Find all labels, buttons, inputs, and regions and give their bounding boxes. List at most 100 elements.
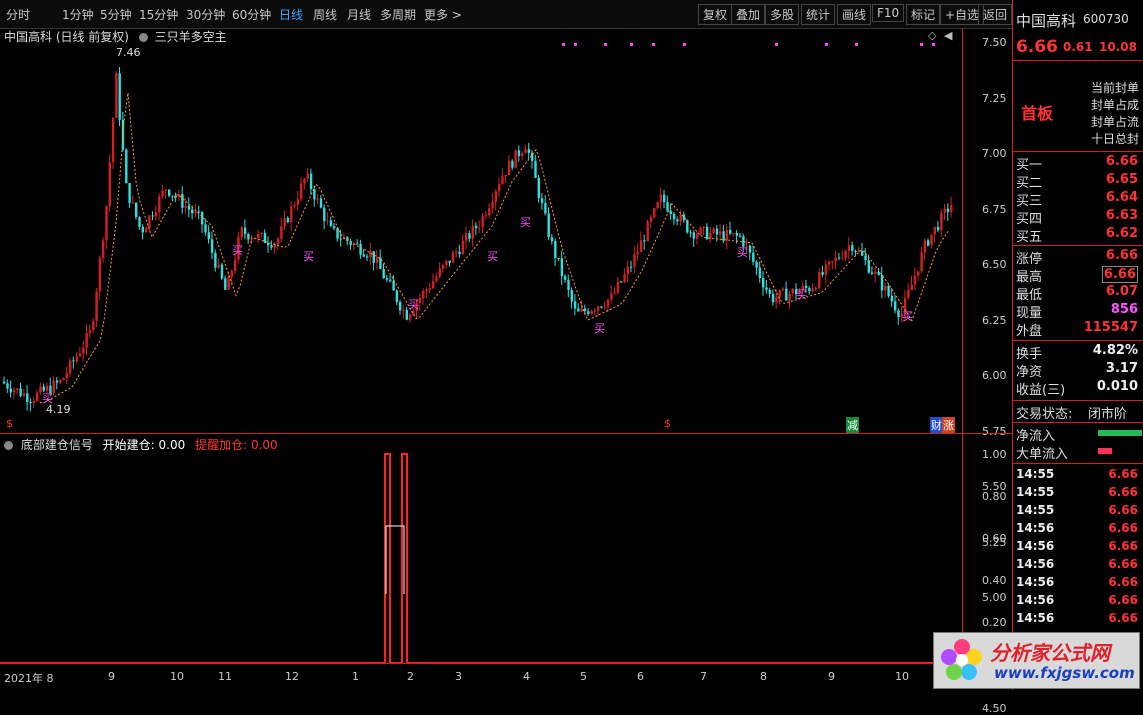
candle-body [643, 240, 646, 242]
candle-body [306, 173, 309, 179]
candle-body [471, 225, 474, 239]
candle-body [623, 274, 626, 282]
big-inflow-row: 大单流入 [1016, 443, 1142, 462]
candle-body [847, 245, 851, 251]
candle-body [920, 252, 923, 272]
candle-body [646, 221, 649, 242]
candle-body [593, 310, 597, 312]
candle-body [663, 194, 666, 203]
candle-body [752, 252, 755, 262]
candle-body [158, 196, 161, 212]
collapse-triangle-icon[interactable]: ◀ [944, 29, 952, 42]
buy-signal: 买 [902, 310, 913, 323]
candle-body [181, 194, 184, 208]
event-marker-reduce[interactable]: 减 [846, 417, 859, 433]
candle-body [286, 217, 290, 223]
candle-body [141, 226, 144, 233]
date-axis-label: 5 [580, 670, 587, 683]
candle-body [877, 271, 880, 275]
candle-body [309, 173, 313, 190]
candle-body [765, 287, 768, 291]
candle-body [831, 261, 834, 263]
tick-row: 14:56 6.66 [1016, 593, 1138, 607]
candle-body [554, 241, 557, 258]
stat-volume: 现量 856 [1016, 302, 1138, 321]
indicator-axis-label: 0.80 [982, 490, 1007, 503]
period-tab-daily[interactable]: 日线 [279, 6, 303, 23]
candle-body [778, 290, 781, 298]
candle-body [775, 297, 778, 303]
period-tab-1min[interactable]: 1分钟 [62, 6, 94, 23]
candle-body [128, 183, 131, 203]
buy-signal: 买 [520, 216, 531, 229]
seal-note: 封单占成 [1091, 98, 1140, 112]
candle-body [375, 257, 379, 263]
candle-body [567, 279, 570, 291]
candle-body [55, 380, 59, 383]
bid-row-5: 买五 6.62 [1016, 226, 1138, 245]
candle-body [243, 227, 247, 235]
overlay-button[interactable]: 叠加 [731, 4, 766, 25]
candle-body [841, 257, 844, 259]
candle-body [814, 288, 818, 290]
date-axis-label: 12 [285, 670, 299, 683]
price-change-pct: 10.08 [1099, 40, 1137, 54]
candle-body [478, 227, 481, 229]
quote-panel: 中国高科 600730 6.66 0.61 10.08 首板 当前封单 封单占成… [1012, 0, 1143, 690]
candle-body [488, 208, 491, 216]
candle-body [319, 198, 323, 208]
period-tab-60min[interactable]: 60分钟 [232, 6, 271, 23]
tick-row: 14:55 6.66 [1016, 503, 1138, 517]
stat-turnover: 换手 4.82% [1016, 343, 1138, 362]
stat-high: 最高 6.66 [1016, 266, 1138, 285]
period-tab-30min[interactable]: 30分钟 [186, 6, 225, 23]
period-tab-weekly[interactable]: 周线 [313, 6, 337, 23]
candle-body [461, 240, 465, 255]
candle-body [240, 227, 243, 238]
main-chart-panel[interactable]: 中国高科 (日线 前复权) 三只羊多空主 7.46 4.19 $ $ 减 财 涨… [0, 28, 963, 433]
candle-body [781, 288, 785, 291]
stats-button[interactable]: 统计 [801, 4, 836, 25]
candle-body [95, 291, 98, 321]
candle-body [808, 288, 811, 292]
candle-body [547, 213, 550, 238]
period-tab-multi[interactable]: 多周期 [380, 6, 416, 23]
mark-button[interactable]: 标记 [906, 4, 941, 25]
buy-signal: 买 [42, 392, 53, 405]
multi-stock-button[interactable]: 多股 [765, 4, 800, 25]
indicator-axis-label: 0.60 [982, 532, 1007, 545]
f10-button[interactable]: F10 [872, 4, 905, 22]
event-marker-dividend-1[interactable]: $ [6, 417, 13, 430]
draw-line-button[interactable]: 画线 [837, 4, 872, 25]
candle-body [316, 198, 319, 200]
diamond-icon[interactable]: ◇ [928, 29, 936, 42]
candle-body [514, 150, 517, 168]
signal-dot [630, 43, 633, 46]
candle-body [6, 383, 9, 389]
candle-body [821, 272, 824, 275]
period-tab-fenshi[interactable]: 分时 [6, 6, 30, 23]
period-tab-15min[interactable]: 15分钟 [139, 6, 178, 23]
stat-limit-up: 涨停 6.66 [1016, 248, 1138, 267]
candle-body [930, 234, 933, 246]
candle-body [32, 400, 36, 403]
candle-body [392, 281, 395, 291]
candle-body [428, 288, 432, 290]
back-button[interactable]: 返回 [978, 4, 1013, 25]
candle-body [448, 260, 451, 263]
indicator-panel[interactable]: 底部建仓信号 开始建仓: 0.00 提醒加仓: 0.00 [0, 433, 963, 664]
period-tab-monthly[interactable]: 月线 [347, 6, 371, 23]
candle-body [65, 373, 69, 379]
period-tab-5min[interactable]: 5分钟 [100, 6, 132, 23]
price-axis-label: 7.50 [982, 36, 1007, 49]
fuquan-button[interactable]: 复权 [698, 4, 733, 25]
candle-body [85, 332, 88, 348]
candle-body [300, 183, 303, 200]
candle-body [824, 264, 828, 275]
event-marker-dividend-2[interactable]: $ [664, 417, 671, 430]
event-marker-limit-up[interactable]: 涨 [942, 417, 955, 433]
candle-body [521, 153, 524, 157]
candle-body [402, 309, 405, 311]
period-tab-more[interactable]: 更多 > [424, 6, 462, 23]
candle-body [534, 160, 537, 178]
